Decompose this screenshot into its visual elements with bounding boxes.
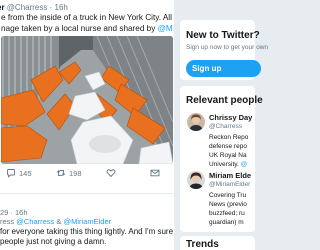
reply-tweet[interactable]: 29 · 16h ress @Charress & @MiriamElder f… bbox=[0, 196, 174, 250]
trends-title: Trends bbox=[186, 239, 219, 250]
tweet-text-line-2-prefix: nage taken by a local nurse and shared b… bbox=[1, 23, 158, 33]
reply-text-line-1: for everyone taking this thing lightly. … bbox=[0, 227, 174, 236]
person-handle[interactable]: @MiriamElder bbox=[209, 181, 250, 188]
trends-card: Trends bbox=[180, 236, 255, 250]
tweet-photo[interactable] bbox=[1, 36, 173, 164]
relevant-people-card: Relevant people Chrissy Day @Charress Re… bbox=[180, 86, 263, 232]
replying-to-and: & bbox=[56, 217, 64, 226]
reply-tweet-time[interactable]: 29 · 16h bbox=[0, 208, 28, 217]
bio-line: UK Royal Na bbox=[209, 152, 247, 159]
reply-tweet-text: for everyone taking this thing lightly. … bbox=[0, 227, 174, 247]
heart-icon bbox=[106, 169, 116, 178]
tweet-time[interactable]: · 16h bbox=[50, 3, 68, 12]
tweet[interactable]: er @Charress · 16h e from the inside of … bbox=[0, 0, 174, 194]
avatar[interactable] bbox=[187, 171, 205, 189]
person-name[interactable]: Miriam Elde bbox=[209, 171, 251, 180]
person-bio: Covering Tru News (previo buzzfeed; ru g… bbox=[209, 191, 247, 227]
avatar[interactable] bbox=[187, 113, 205, 131]
like-action[interactable] bbox=[106, 168, 116, 178]
envelope-icon bbox=[150, 169, 160, 177]
bio-line: guardian) m bbox=[209, 219, 244, 226]
tweet-text-line-2: nage taken by a local nurse and shared b… bbox=[1, 24, 173, 35]
bio-line-text: University. bbox=[209, 161, 241, 168]
relevant-people-title: Relevant people bbox=[186, 95, 263, 106]
tweet-header: er @Charress · 16h bbox=[0, 3, 68, 12]
bio-line: Reckon Repo bbox=[209, 134, 249, 141]
person-name[interactable]: Chrissy Day bbox=[209, 113, 252, 122]
reply-count: 145 bbox=[19, 168, 32, 178]
tweet-handle[interactable]: @Charress bbox=[7, 3, 48, 12]
mention-link[interactable]: @ bbox=[241, 161, 248, 168]
bio-line: Covering Tru bbox=[209, 192, 247, 199]
mention-link[interactable]: @MiriamElder bbox=[158, 24, 173, 33]
bio-line: University. @ bbox=[209, 160, 248, 169]
mention-link[interactable]: @MiriamElder bbox=[64, 217, 112, 226]
tweet-author[interactable]: er bbox=[0, 3, 5, 12]
tweet-actions: 145 198 bbox=[0, 167, 174, 181]
retweet-action[interactable]: 198 bbox=[56, 168, 82, 178]
replying-to-prefix: ress bbox=[0, 217, 17, 226]
signup-card: New to Twitter? Sign up now to get your … bbox=[180, 20, 268, 80]
tweet-text-line-1: e from the inside of a truck in New York… bbox=[1, 13, 173, 22]
reply-text-line-2: people just not giving a damn. bbox=[0, 237, 107, 246]
signup-card-title: New to Twitter? bbox=[186, 30, 260, 41]
signup-card-subtitle: Sign up now to get your own bbox=[186, 44, 269, 51]
timeline-column: er @Charress · 16h e from the inside of … bbox=[0, 0, 174, 250]
bio-line: buzzfeed; ru bbox=[209, 210, 245, 217]
mention-link[interactable]: @Charress bbox=[16, 217, 54, 226]
retweet-count: 198 bbox=[69, 168, 82, 178]
reply-icon bbox=[7, 169, 15, 178]
replying-to: ress @Charress & @MiriamElder bbox=[0, 217, 111, 226]
share-action[interactable] bbox=[150, 168, 160, 178]
signup-button[interactable]: Sign up bbox=[186, 60, 261, 77]
tweet-text: e from the inside of a truck in New York… bbox=[1, 13, 173, 34]
sidebar: New to Twitter? Sign up now to get your … bbox=[180, 0, 268, 250]
person-handle[interactable]: @Charress bbox=[209, 123, 242, 130]
bio-line: News (previo bbox=[209, 201, 247, 208]
reply-action[interactable]: 145 bbox=[6, 168, 32, 178]
bio-line: defense repo bbox=[209, 143, 247, 150]
retweet-icon bbox=[56, 170, 66, 176]
person-bio: Reckon Repo defense repo UK Royal Na Uni… bbox=[209, 133, 248, 169]
